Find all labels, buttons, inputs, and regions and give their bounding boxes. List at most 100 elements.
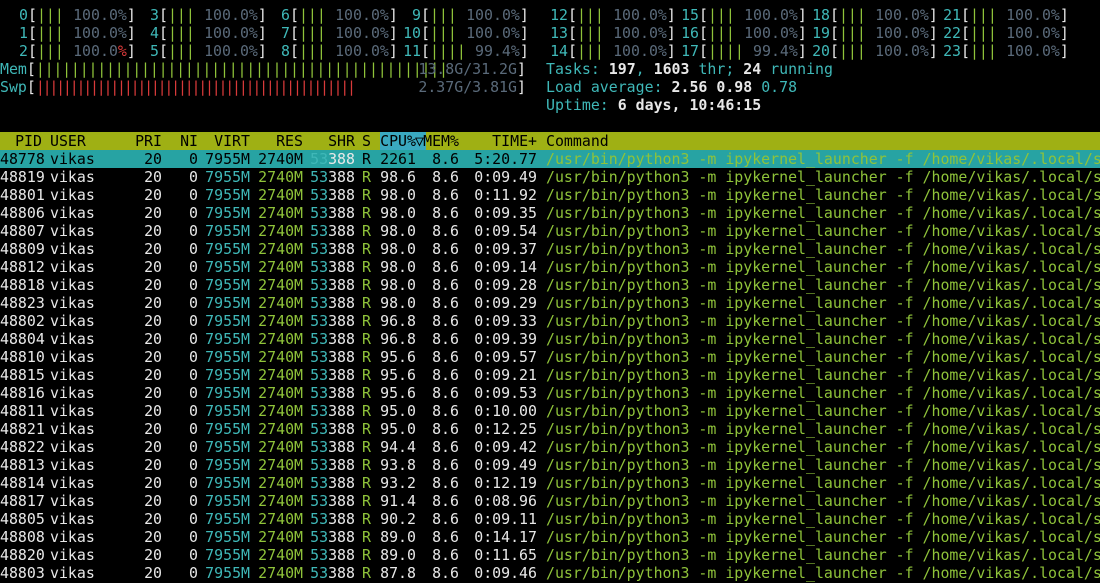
process-priority: 20	[144, 186, 162, 204]
table-row[interactable]: 48823 vikas 20 0 7955M 2740M 53388 R 98.0 8.6 0:09…	[0, 294, 1100, 312]
process-command-args: -m ipykernel_launcher -f /home/vikas/.lo…	[689, 258, 1100, 276]
table-row[interactable]: 48809 vikas 20 0 7955M 2740M 53388 R 98.0 8.6 0:09…	[0, 240, 1100, 258]
column-header-pid[interactable]: PID	[0, 132, 42, 150]
process-time: 0:09.21	[474, 366, 537, 384]
process-shr-high: 53	[310, 438, 329, 456]
column-header-virt[interactable]: VIRT	[205, 132, 250, 150]
process-pid: 48818	[0, 276, 45, 294]
process-shr: 53388	[308, 510, 355, 528]
process-state: R	[362, 294, 371, 312]
process-time: 0:09.14	[474, 258, 537, 276]
process-command: /usr/bin/python3 -m ipykernel_launcher -…	[546, 222, 1100, 240]
process-shr: 53388	[308, 186, 355, 204]
table-row[interactable]: 48807 vikas 20 0 7955M 2740M 53388 R 98.0 8.6 0:09…	[0, 222, 1100, 240]
process-state: R	[362, 222, 371, 240]
process-nice: 0	[189, 366, 198, 384]
process-shr-low: 388	[328, 348, 355, 366]
cpu-open-bracket: [	[961, 6, 970, 24]
table-row[interactable]: 48812 vikas 20 0 7955M 2740M 53388 R 98.0 8.6 0:09…	[0, 258, 1100, 276]
process-virt: 7955M	[205, 276, 250, 294]
table-row[interactable]: 48817 vikas 20 0 7955M 2740M 53388 R 91.4 8.6 0:08…	[0, 492, 1100, 510]
cpu-meter: 12[||| 100.0%]	[540, 6, 676, 24]
column-header-pri[interactable]: PRI	[120, 132, 162, 150]
process-command-args: -m ipykernel_launcher -f /home/vikas/.lo…	[689, 222, 1100, 240]
process-res: 2740M	[258, 204, 303, 222]
process-shr: 53388	[308, 348, 355, 366]
process-virt: 7955M	[205, 546, 250, 564]
table-row[interactable]: 48803 vikas 20 0 7955M 2740M 53388 R 87.8 8.6 0:09…	[0, 564, 1100, 582]
table-row[interactable]: 48821 vikas 20 0 7955M 2740M 53388 R 95.0 8.6 0:12…	[0, 420, 1100, 438]
process-priority: 20	[144, 564, 162, 582]
process-pid: 48819	[0, 168, 45, 186]
cpu-id: 1	[19, 24, 28, 42]
process-shr: 53388	[308, 546, 355, 564]
column-header-user[interactable]: USER	[50, 132, 110, 150]
table-row[interactable]: 48822 vikas 20 0 7955M 2740M 53388 R 94.4 8.6 0:09…	[0, 438, 1100, 456]
process-state: R	[362, 546, 371, 564]
process-state: R	[362, 510, 371, 528]
cpu-meter: 3[||| 100.0%]	[131, 6, 267, 24]
process-command: /usr/bin/python3 -m ipykernel_launcher -…	[546, 204, 1100, 222]
process-time: 0:09.28	[474, 276, 537, 294]
cpu-close-bracket: ]	[519, 42, 529, 60]
process-shr-low: 388	[328, 258, 355, 276]
column-header-shr[interactable]: SHR	[308, 132, 355, 150]
table-row[interactable]: 48819 vikas 20 0 7955M 2740M 53388 R 98.6 8.6 0:09…	[0, 168, 1100, 186]
table-row[interactable]: 48813 vikas 20 0 7955M 2740M 53388 R 93.8 8.6 0:09…	[0, 456, 1100, 474]
process-res: 2740M	[258, 528, 303, 546]
process-command-args: -m ipykernel_launcher -f /home/vikas/.lo…	[689, 348, 1100, 366]
process-state: R	[362, 330, 371, 348]
process-user: vikas	[50, 168, 95, 186]
table-row[interactable]: 48805 vikas 20 0 7955M 2740M 53388 R 90.2 8.6 0:09…	[0, 510, 1100, 528]
process-command-program: /usr/bin/python3	[546, 240, 690, 258]
process-time: 0:11.92	[474, 186, 537, 204]
table-row[interactable]: 48778 vikas 20 0 7955M 2740M 53388 R 2261 8.6 5:20…	[0, 150, 1100, 168]
process-nice: 0	[189, 402, 198, 420]
process-nice: 0	[189, 492, 198, 510]
table-row[interactable]: 48816 vikas 20 0 7955M 2740M 53388 R 95.6 8.6 0:09…	[0, 384, 1100, 402]
table-row[interactable]: 48814 vikas 20 0 7955M 2740M 53388 R 93.2 8.6 0:12…	[0, 474, 1100, 492]
table-row[interactable]: 48818 vikas 20 0 7955M 2740M 53388 R 98.0 8.6 0:09…	[0, 276, 1100, 294]
table-row[interactable]: 48802 vikas 20 0 7955M 2740M 53388 R 96.8 8.6 0:09…	[0, 312, 1100, 330]
mem-close-bracket: ]	[517, 60, 526, 78]
cpu-bar: |||	[429, 24, 457, 42]
column-header-command[interactable]: Command	[546, 132, 1096, 150]
process-command-program: /usr/bin/python3	[546, 438, 690, 456]
table-row[interactable]: 48810 vikas 20 0 7955M 2740M 53388 R 95.6 8.6 0:09…	[0, 348, 1100, 366]
process-cpu: 95.0	[380, 420, 416, 438]
process-mem: 8.6	[432, 528, 459, 546]
process-state: R	[362, 456, 371, 474]
process-mem: 8.6	[432, 492, 459, 510]
column-header-res[interactable]: RES	[255, 132, 303, 150]
cpu-bar: |||	[969, 6, 997, 24]
table-row[interactable]: 48801 vikas 20 0 7955M 2740M 53388 R 98.0 8.6 0:11…	[0, 186, 1100, 204]
column-header-s[interactable]: S	[362, 132, 374, 150]
process-state: R	[362, 186, 371, 204]
column-header-ni[interactable]: NI	[170, 132, 198, 150]
process-command-program: /usr/bin/python3	[546, 294, 690, 312]
cpu-percent: 100.0%	[466, 6, 520, 24]
process-user: vikas	[50, 564, 95, 582]
process-mem: 8.6	[432, 294, 459, 312]
process-command-args: -m ipykernel_launcher -f /home/vikas/.lo…	[689, 276, 1100, 294]
process-priority: 20	[144, 366, 162, 384]
cpu-bar: ||||	[707, 42, 744, 60]
cpu-percent: 100.0%	[875, 24, 929, 42]
process-command-args: -m ipykernel_launcher -f /home/vikas/.lo…	[689, 240, 1100, 258]
process-shr-low: 388	[328, 546, 355, 564]
column-header-time[interactable]: TIME+	[466, 132, 537, 150]
table-row[interactable]: 48815 vikas 20 0 7955M 2740M 53388 R 95.6 8.6 0:09…	[0, 366, 1100, 384]
process-cpu: 87.8	[380, 564, 416, 582]
table-row[interactable]: 48804 vikas 20 0 7955M 2740M 53388 R 96.8 8.6 0:09…	[0, 330, 1100, 348]
process-virt: 7955M	[205, 348, 250, 366]
table-row[interactable]: 48806 vikas 20 0 7955M 2740M 53388 R 98.0 8.6 0:09…	[0, 204, 1100, 222]
process-cpu: 96.8	[380, 312, 416, 330]
process-command-program: /usr/bin/python3	[546, 276, 690, 294]
process-priority: 20	[144, 528, 162, 546]
table-row[interactable]: 48811 vikas 20 0 7955M 2740M 53388 R 95.0 8.6 0:10…	[0, 402, 1100, 420]
column-header-cpu[interactable]: CPU%	[380, 132, 416, 150]
process-shr-high: 53	[310, 402, 329, 420]
table-row[interactable]: 48820 vikas 20 0 7955M 2740M 53388 R 89.0 8.6 0:11…	[0, 546, 1100, 564]
column-header-mem[interactable]: MEM%	[423, 132, 459, 150]
table-row[interactable]: 48808 vikas 20 0 7955M 2740M 53388 R 89.0 8.6 0:14…	[0, 528, 1100, 546]
